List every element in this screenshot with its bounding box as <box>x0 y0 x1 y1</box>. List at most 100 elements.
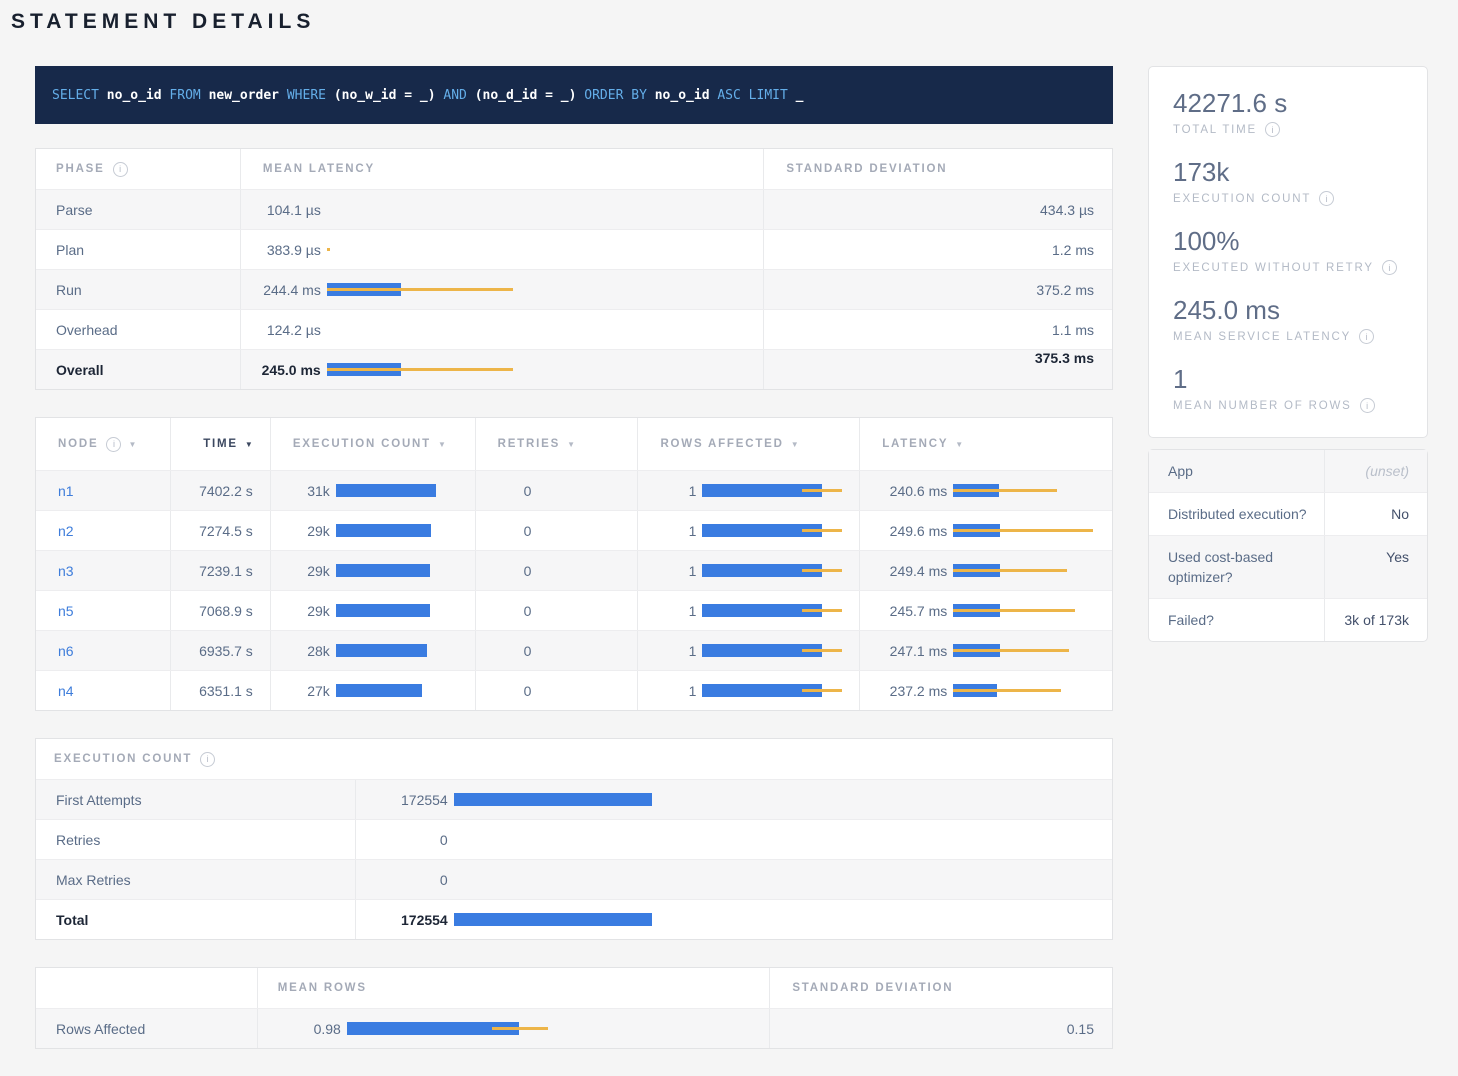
info-icon[interactable]: i <box>106 437 121 452</box>
info-icon[interactable]: i <box>1319 191 1334 206</box>
execution-count-table: EXECUTION COUNT i First Attempts 172554 … <box>35 738 1113 940</box>
node-link[interactable]: n5 <box>36 603 74 619</box>
phase-label: Overhead <box>36 310 241 349</box>
node-column-header[interactable]: NODE i ▼ <box>36 418 171 470</box>
phase-label: Plan <box>36 230 241 269</box>
info-icon[interactable]: i <box>1359 329 1374 344</box>
statement-sql: SELECT no_o_id FROM new_order WHERE (no_… <box>52 88 803 103</box>
detail-row: Used cost-based optimizer? Yes <box>1149 535 1427 598</box>
main-column: SELECT no_o_id FROM new_order WHERE (no_… <box>35 66 1113 1076</box>
latency-bar <box>953 644 1112 657</box>
retries-column-header[interactable]: RETRIES ▼ <box>476 418 639 470</box>
node-link[interactable]: n2 <box>36 523 74 539</box>
node-link[interactable]: n3 <box>36 563 74 579</box>
sort-arrow-icon: ▼ <box>245 440 253 449</box>
time-column-header[interactable]: TIME ▼ <box>171 418 271 470</box>
table-row: Overall 245.0 ms 375.3 ms <box>36 349 1112 389</box>
latency-bar <box>953 524 1112 537</box>
node-header-label: NODE <box>58 438 98 450</box>
exec-count-bar <box>454 873 1112 886</box>
phase-label: Run <box>36 270 241 309</box>
node-time: 6935.7 s <box>171 631 271 670</box>
time-header-label: TIME <box>203 438 238 450</box>
stat-value: 1 <box>1173 364 1403 395</box>
sql-token: (no_d_id = _) <box>475 88 585 103</box>
phase-table: PHASE i MEAN LATENCY STANDARD DEVIATION … <box>35 148 1113 390</box>
sql-token: no_o_id <box>107 88 170 103</box>
node-time: 6351.1 s <box>171 671 271 710</box>
node-time: 7402.2 s <box>171 471 271 510</box>
table-row: n2 7274.5 s 29k 0 1 249.6 ms <box>36 510 1112 550</box>
empty-header-cell <box>36 968 258 1008</box>
exec-row-value: 0 <box>356 872 448 888</box>
latency-bar <box>327 363 763 376</box>
rows-affected-column-header[interactable]: ROWS AFFECTED ▼ <box>638 418 860 470</box>
node-exec-count: 27k <box>271 683 330 699</box>
exec-row-label: Total <box>36 900 356 939</box>
exec-row-label: Max Retries <box>36 860 356 899</box>
info-icon[interactable]: i <box>200 752 215 767</box>
rows-affected-bar <box>702 684 859 697</box>
sql-token: new_order <box>209 88 287 103</box>
rows-affected-bar <box>702 524 859 537</box>
sql-token: AND <box>443 88 474 103</box>
node-link[interactable]: n4 <box>36 683 74 699</box>
sort-arrow-icon: ▼ <box>791 440 799 449</box>
stat-value: 173k <box>1173 157 1403 188</box>
table-row: First Attempts 172554 <box>36 779 1112 819</box>
table-row: Parse 104.1 µs 434.3 µs <box>36 189 1112 229</box>
summary-stats-card: 42271.6 s TOTAL TIMEi 173k EXECUTION COU… <box>1148 66 1428 438</box>
table-row: n3 7239.1 s 29k 0 1 249.4 ms <box>36 550 1112 590</box>
sort-arrow-icon: ▼ <box>955 440 963 449</box>
rows-affected-label: Rows Affected <box>36 1009 258 1048</box>
exec-row-label: Retries <box>36 820 356 859</box>
node-time: 7068.9 s <box>171 591 271 630</box>
std-dev-column-header: STANDARD DEVIATION <box>764 149 1112 189</box>
mean-rows-column-header: MEAN ROWS <box>258 968 771 1008</box>
stat-mean-service-latency: 245.0 ms MEAN SERVICE LATENCYi <box>1173 295 1403 344</box>
stat-label: EXECUTED WITHOUT RETRYi <box>1173 260 1403 275</box>
statement-sql-box: SELECT no_o_id FROM new_order WHERE (no_… <box>35 66 1113 124</box>
exec-count-bar <box>454 793 1112 806</box>
node-link[interactable]: n1 <box>36 483 74 499</box>
latency-bar <box>953 564 1112 577</box>
node-latency: 249.6 ms <box>860 523 947 539</box>
table-row: n6 6935.7 s 28k 0 1 247.1 ms <box>36 630 1112 670</box>
sort-arrow-icon: ▼ <box>128 440 136 449</box>
std-dev-value: 434.3 µs <box>764 190 1112 229</box>
latency-bar <box>953 684 1112 697</box>
detail-label: App <box>1149 450 1324 492</box>
mean-latency-column-header: MEAN LATENCY <box>241 149 765 189</box>
info-icon[interactable]: i <box>1265 122 1280 137</box>
node-latency: 247.1 ms <box>860 643 947 659</box>
mean-rows-value: 0.98 <box>258 1021 341 1037</box>
table-row: Total 172554 <box>36 899 1112 939</box>
detail-row: App (unset) <box>1149 450 1427 492</box>
detail-row: Distributed execution? No <box>1149 492 1427 535</box>
sql-token: WHERE <box>287 88 334 103</box>
exec-row-label: First Attempts <box>36 780 356 819</box>
node-link[interactable]: n6 <box>36 643 74 659</box>
exec-count-bar <box>336 604 475 617</box>
info-icon[interactable]: i <box>1360 398 1375 413</box>
detail-label: Used cost-based optimizer? <box>1149 536 1324 598</box>
info-icon[interactable]: i <box>1382 260 1397 275</box>
stat-executed-without-retry: 100% EXECUTED WITHOUT RETRYi <box>1173 226 1403 275</box>
phase-label: Overall <box>36 350 241 389</box>
stat-label: MEAN SERVICE LATENCYi <box>1173 329 1403 344</box>
node-rows-affected: 1 <box>638 643 696 659</box>
sql-token: ASC LIMIT <box>717 88 795 103</box>
latency-bar <box>953 604 1112 617</box>
node-exec-count: 31k <box>271 483 330 499</box>
phase-label: Parse <box>36 190 241 229</box>
info-icon[interactable]: i <box>113 162 128 177</box>
side-column: 42271.6 s TOTAL TIMEi 173k EXECUTION COU… <box>1148 66 1428 642</box>
exec-count-column-header[interactable]: EXECUTION COUNT ▼ <box>271 418 476 470</box>
detail-value: 3k of 173k <box>1324 599 1427 641</box>
table-row: n1 7402.2 s 31k 0 1 240.6 ms <box>36 470 1112 510</box>
exec-count-bar <box>454 833 1112 846</box>
latency-column-header[interactable]: LATENCY ▼ <box>860 418 1112 470</box>
exec-count-header-label: EXECUTION COUNT <box>293 438 431 450</box>
node-time: 7274.5 s <box>171 511 271 550</box>
node-exec-count: 29k <box>271 563 330 579</box>
